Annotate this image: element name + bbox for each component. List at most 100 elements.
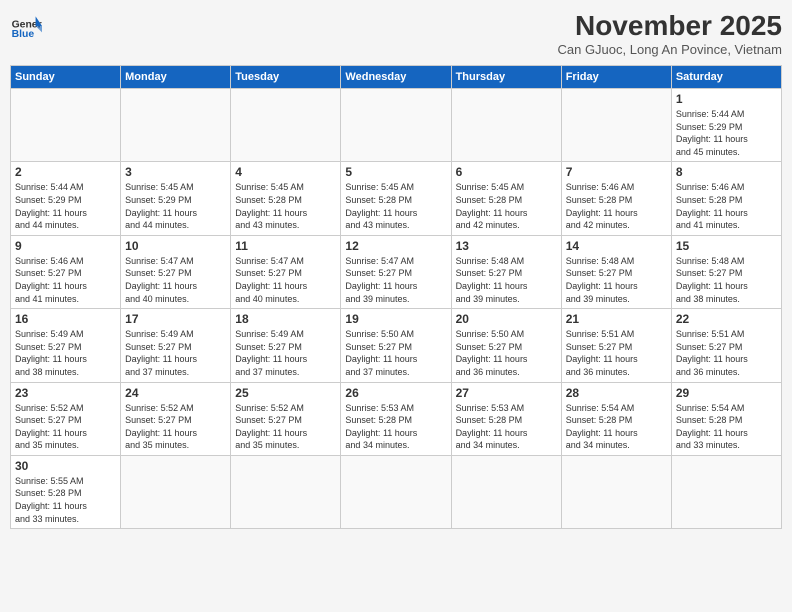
day-info: Sunrise: 5:45 AM Sunset: 5:29 PM Dayligh… — [125, 181, 226, 231]
calendar-cell: 24 Sunrise: 5:52 AM Sunset: 5:27 PM Dayli… — [121, 382, 231, 455]
day-number: 2 — [15, 165, 116, 179]
calendar-cell: 20 Sunrise: 5:50 AM Sunset: 5:27 PM Dayli… — [451, 309, 561, 382]
day-info: Sunrise: 5:47 AM Sunset: 5:27 PM Dayligh… — [125, 255, 226, 305]
calendar-cell — [451, 89, 561, 162]
day-info: Sunrise: 5:49 AM Sunset: 5:27 PM Dayligh… — [235, 328, 336, 378]
day-number: 4 — [235, 165, 336, 179]
calendar-cell: 25 Sunrise: 5:52 AM Sunset: 5:27 PM Dayli… — [231, 382, 341, 455]
calendar-cell: 9Sunrise: 5:46 AM Sunset: 5:27 PM Daylig… — [11, 235, 121, 308]
day-info: Sunrise: 5:50 AM Sunset: 5:27 PM Dayligh… — [345, 328, 446, 378]
calendar-cell: 27 Sunrise: 5:53 AM Sunset: 5:28 PM Dayli… — [451, 382, 561, 455]
day-info: Sunrise: 5:47 AM Sunset: 5:27 PM Dayligh… — [235, 255, 336, 305]
day-number: 23 — [15, 386, 116, 400]
calendar-cell: 21 Sunrise: 5:51 AM Sunset: 5:27 PM Dayli… — [561, 309, 671, 382]
day-number: 8 — [676, 165, 777, 179]
calendar-cell: 6 Sunrise: 5:45 AM Sunset: 5:28 PM Daylig… — [451, 162, 561, 235]
calendar-cell: 17 Sunrise: 5:49 AM Sunset: 5:27 PM Dayli… — [121, 309, 231, 382]
weekday-header-friday: Friday — [561, 66, 671, 89]
day-info: Sunrise: 5:52 AM Sunset: 5:27 PM Dayligh… — [125, 402, 226, 452]
calendar-table: SundayMondayTuesdayWednesdayThursdayFrid… — [10, 65, 782, 529]
day-info: Sunrise: 5:52 AM Sunset: 5:27 PM Dayligh… — [235, 402, 336, 452]
svg-text:Blue: Blue — [12, 29, 35, 40]
day-info: Sunrise: 5:55 AM Sunset: 5:28 PM Dayligh… — [15, 475, 116, 525]
weekday-header-row: SundayMondayTuesdayWednesdayThursdayFrid… — [11, 66, 782, 89]
day-number: 14 — [566, 239, 667, 253]
calendar-cell: 23 Sunrise: 5:52 AM Sunset: 5:27 PM Dayli… — [11, 382, 121, 455]
week-row-3: 9Sunrise: 5:46 AM Sunset: 5:27 PM Daylig… — [11, 235, 782, 308]
day-number: 21 — [566, 312, 667, 326]
logo: General Blue — [10, 10, 42, 42]
day-number: 24 — [125, 386, 226, 400]
day-info: Sunrise: 5:48 AM Sunset: 5:27 PM Dayligh… — [456, 255, 557, 305]
week-row-2: 2Sunrise: 5:44 AM Sunset: 5:29 PM Daylig… — [11, 162, 782, 235]
day-info: Sunrise: 5:48 AM Sunset: 5:27 PM Dayligh… — [566, 255, 667, 305]
calendar-cell: 2Sunrise: 5:44 AM Sunset: 5:29 PM Daylig… — [11, 162, 121, 235]
calendar-cell — [121, 455, 231, 528]
day-info: Sunrise: 5:52 AM Sunset: 5:27 PM Dayligh… — [15, 402, 116, 452]
day-number: 12 — [345, 239, 446, 253]
day-number: 16 — [15, 312, 116, 326]
calendar-cell: 1Sunrise: 5:44 AM Sunset: 5:29 PM Daylig… — [671, 89, 781, 162]
week-row-1: 1Sunrise: 5:44 AM Sunset: 5:29 PM Daylig… — [11, 89, 782, 162]
day-info: Sunrise: 5:45 AM Sunset: 5:28 PM Dayligh… — [456, 181, 557, 231]
logo-icon: General Blue — [10, 10, 42, 42]
calendar-cell: 14 Sunrise: 5:48 AM Sunset: 5:27 PM Dayli… — [561, 235, 671, 308]
weekday-header-saturday: Saturday — [671, 66, 781, 89]
calendar-cell — [231, 89, 341, 162]
calendar-cell: 16 Sunrise: 5:49 AM Sunset: 5:27 PM Dayli… — [11, 309, 121, 382]
calendar-cell — [121, 89, 231, 162]
day-number: 6 — [456, 165, 557, 179]
day-info: Sunrise: 5:51 AM Sunset: 5:27 PM Dayligh… — [566, 328, 667, 378]
title-block: November 2025 Can GJuoc, Long An Povince… — [557, 10, 782, 57]
calendar-cell: 28Sunrise: 5:54 AM Sunset: 5:28 PM Dayli… — [561, 382, 671, 455]
week-row-5: 23 Sunrise: 5:52 AM Sunset: 5:27 PM Dayli… — [11, 382, 782, 455]
week-row-6: 30Sunrise: 5:55 AM Sunset: 5:28 PM Dayli… — [11, 455, 782, 528]
day-number: 5 — [345, 165, 446, 179]
calendar-cell: 15Sunrise: 5:48 AM Sunset: 5:27 PM Dayli… — [671, 235, 781, 308]
calendar-cell: 8Sunrise: 5:46 AM Sunset: 5:28 PM Daylig… — [671, 162, 781, 235]
calendar-cell — [341, 89, 451, 162]
day-info: Sunrise: 5:47 AM Sunset: 5:27 PM Dayligh… — [345, 255, 446, 305]
calendar-cell — [341, 455, 451, 528]
day-info: Sunrise: 5:53 AM Sunset: 5:28 PM Dayligh… — [345, 402, 446, 452]
weekday-header-tuesday: Tuesday — [231, 66, 341, 89]
day-info: Sunrise: 5:46 AM Sunset: 5:27 PM Dayligh… — [15, 255, 116, 305]
day-number: 11 — [235, 239, 336, 253]
day-info: Sunrise: 5:49 AM Sunset: 5:27 PM Dayligh… — [125, 328, 226, 378]
calendar-cell: 18Sunrise: 5:49 AM Sunset: 5:27 PM Dayli… — [231, 309, 341, 382]
day-info: Sunrise: 5:50 AM Sunset: 5:27 PM Dayligh… — [456, 328, 557, 378]
header: General Blue November 2025 Can GJuoc, Lo… — [10, 10, 782, 57]
day-number: 27 — [456, 386, 557, 400]
month-title: November 2025 — [557, 10, 782, 42]
calendar-cell: 3Sunrise: 5:45 AM Sunset: 5:29 PM Daylig… — [121, 162, 231, 235]
calendar-cell: 12 Sunrise: 5:47 AM Sunset: 5:27 PM Dayli… — [341, 235, 451, 308]
day-number: 1 — [676, 92, 777, 106]
day-info: Sunrise: 5:45 AM Sunset: 5:28 PM Dayligh… — [235, 181, 336, 231]
calendar-cell — [11, 89, 121, 162]
day-number: 28 — [566, 386, 667, 400]
calendar-cell: 19Sunrise: 5:50 AM Sunset: 5:27 PM Dayli… — [341, 309, 451, 382]
day-info: Sunrise: 5:53 AM Sunset: 5:28 PM Dayligh… — [456, 402, 557, 452]
day-number: 25 — [235, 386, 336, 400]
subtitle: Can GJuoc, Long An Povince, Vietnam — [557, 42, 782, 57]
weekday-header-sunday: Sunday — [11, 66, 121, 89]
calendar-cell — [561, 89, 671, 162]
calendar-cell: 10Sunrise: 5:47 AM Sunset: 5:27 PM Dayli… — [121, 235, 231, 308]
day-number: 29 — [676, 386, 777, 400]
page: General Blue November 2025 Can GJuoc, Lo… — [0, 0, 792, 612]
day-info: Sunrise: 5:46 AM Sunset: 5:28 PM Dayligh… — [566, 181, 667, 231]
day-info: Sunrise: 5:49 AM Sunset: 5:27 PM Dayligh… — [15, 328, 116, 378]
day-number: 17 — [125, 312, 226, 326]
calendar-cell: 26Sunrise: 5:53 AM Sunset: 5:28 PM Dayli… — [341, 382, 451, 455]
calendar-cell: 4 Sunrise: 5:45 AM Sunset: 5:28 PM Daylig… — [231, 162, 341, 235]
calendar-cell: 22Sunrise: 5:51 AM Sunset: 5:27 PM Dayli… — [671, 309, 781, 382]
day-info: Sunrise: 5:54 AM Sunset: 5:28 PM Dayligh… — [676, 402, 777, 452]
weekday-header-monday: Monday — [121, 66, 231, 89]
day-number: 15 — [676, 239, 777, 253]
calendar-cell: 11 Sunrise: 5:47 AM Sunset: 5:27 PM Dayli… — [231, 235, 341, 308]
day-number: 7 — [566, 165, 667, 179]
weekday-header-wednesday: Wednesday — [341, 66, 451, 89]
day-number: 20 — [456, 312, 557, 326]
calendar-cell: 7 Sunrise: 5:46 AM Sunset: 5:28 PM Daylig… — [561, 162, 671, 235]
calendar-cell — [451, 455, 561, 528]
